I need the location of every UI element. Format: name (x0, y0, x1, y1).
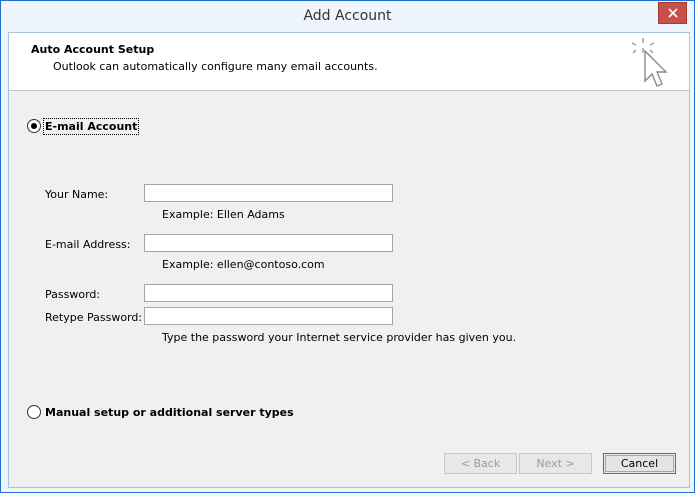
email-address-input[interactable] (144, 234, 393, 252)
magic-cursor-icon (631, 38, 668, 87)
manual-setup-option[interactable]: Manual setup or additional server types (27, 405, 294, 419)
email-account-radio[interactable] (27, 119, 41, 133)
email-address-hint: Example: ellen@contoso.com (162, 258, 325, 271)
your-name-label: Your Name: (45, 188, 109, 201)
header-subtitle: Outlook can automatically configure many… (53, 60, 378, 73)
manual-setup-label: Manual setup or additional server types (45, 405, 294, 419)
email-address-label: E-mail Address: (45, 238, 131, 251)
setup-header: Auto Account Setup Outlook can automatic… (9, 33, 689, 91)
title-bar[interactable]: Add Account (1, 1, 694, 32)
your-name-hint: Example: Ellen Adams (162, 208, 285, 221)
email-account-label: E-mail Account (42, 117, 140, 135)
cancel-button[interactable]: Cancel (603, 453, 676, 474)
header-title: Auto Account Setup (31, 43, 155, 56)
password-label: Password: (45, 288, 101, 301)
manual-setup-radio[interactable] (27, 405, 41, 419)
password-input[interactable] (144, 284, 393, 302)
dialog-content: Auto Account Setup Outlook can automatic… (8, 32, 690, 488)
close-icon (667, 8, 678, 18)
retype-password-label: Retype Password: (45, 311, 143, 324)
your-name-input[interactable] (144, 184, 393, 202)
window-title: Add Account (303, 8, 392, 24)
next-button[interactable]: Next > (519, 453, 592, 474)
add-account-window: Add Account Auto Account Setup Outlook c… (0, 0, 695, 493)
retype-password-input[interactable] (144, 307, 393, 325)
password-hint: Type the password your Internet service … (162, 331, 517, 344)
email-account-option[interactable]: E-mail Account (27, 117, 140, 135)
back-button[interactable]: < Back (444, 453, 517, 474)
close-button[interactable] (658, 2, 687, 24)
